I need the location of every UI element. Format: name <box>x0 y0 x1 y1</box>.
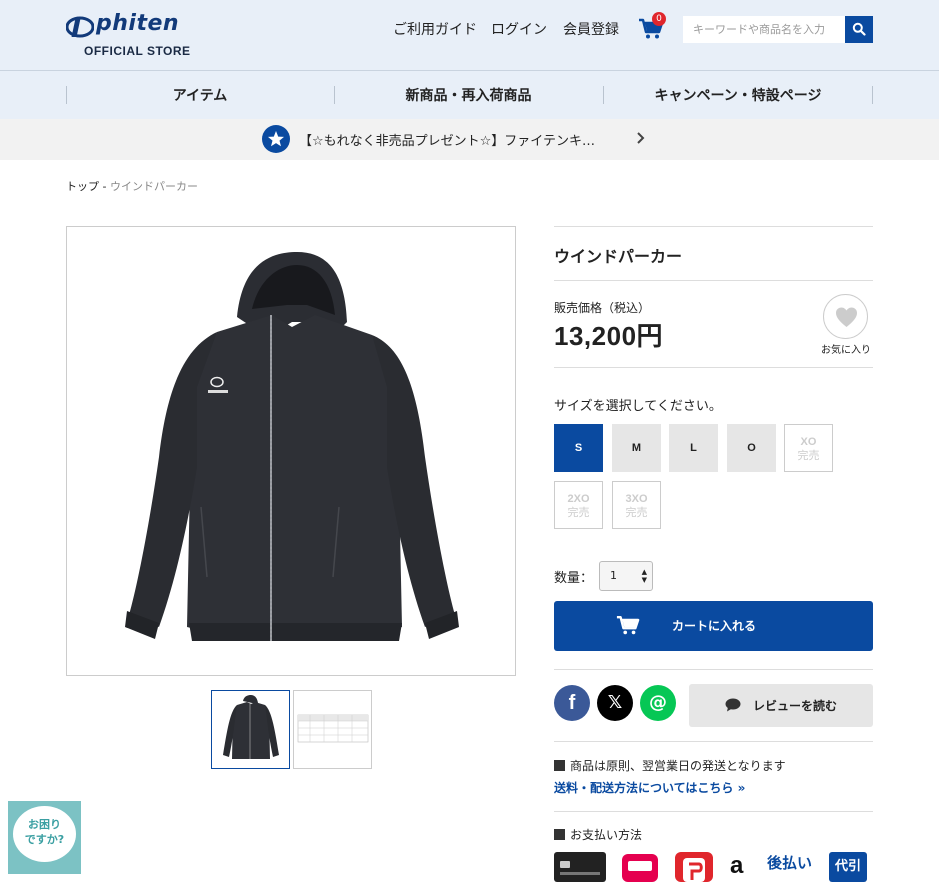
credit-card-icon <box>554 852 606 882</box>
divider <box>554 741 873 742</box>
favorite-label: お気に入り <box>821 345 871 356</box>
select-arrows-icon: ▲ ▼ <box>641 568 647 584</box>
category-nav: アイテム 新商品・再入荷商品 キャンペーン・特設ページ <box>0 71 939 119</box>
size-label: XO <box>800 436 817 448</box>
quantity-label: 数量： <box>554 571 594 586</box>
search-input[interactable] <box>683 16 845 43</box>
size-label: 2XO <box>567 493 590 505</box>
size-label: 3XO <box>625 493 648 505</box>
nav-guide-link[interactable]: ご利用ガイド <box>393 19 477 39</box>
shipping-note: 商品は原則、翌営業日の発送となります <box>554 757 786 774</box>
search-button[interactable] <box>845 16 873 43</box>
size-prompt: サイズを選択してください。 <box>554 399 722 414</box>
category-campaign[interactable]: キャンペーン・特設ページ <box>603 85 873 105</box>
nav-register-link[interactable]: 会員登録 <box>563 19 619 39</box>
logo[interactable]: phiten OFFICIAL STORE <box>66 11 206 62</box>
shipping-note-text: 商品は原則、翌営業日の発送となります <box>570 759 786 773</box>
help-text: お困り ですか? <box>13 817 76 847</box>
breadcrumb-home[interactable]: トップ <box>66 180 99 193</box>
product-price: 13,200円 <box>554 321 664 351</box>
read-reviews-button[interactable]: レビューを読む <box>689 684 873 727</box>
help-line-1: お困り <box>28 818 61 831</box>
d-barai-icon <box>622 852 658 882</box>
help-widget[interactable]: お困り ですか? <box>8 801 81 874</box>
x-share-icon[interactable]: 𝕏 <box>597 685 633 721</box>
soldout-label: 完売 <box>567 507 590 519</box>
phiten-logo-icon <box>66 16 94 38</box>
product-thumbnail[interactable] <box>211 690 290 769</box>
size-option-2xo: 2XO 完売 <box>554 481 603 529</box>
size-option-s[interactable]: S <box>554 424 603 472</box>
site-header: phiten OFFICIAL STORE ご利用ガイド ログイン 会員登録 0 <box>0 0 939 71</box>
size-option-l[interactable]: L <box>669 424 718 472</box>
facebook-share-icon[interactable]: f <box>554 685 590 721</box>
star-icon <box>262 125 290 153</box>
product-main-image[interactable] <box>66 226 516 676</box>
category-new-arrivals[interactable]: 新商品・再入荷商品 <box>334 85 603 105</box>
favorite-button[interactable] <box>823 294 868 339</box>
announcement-banner[interactable]: 【☆もれなく非売品プレゼント☆】ファイテンキ… <box>0 119 939 160</box>
speech-bubble-icon <box>725 698 741 712</box>
size-chart-thumbnail-image <box>297 714 369 743</box>
line-share-icon[interactable]: @ <box>640 685 676 721</box>
help-line-2: ですか? <box>24 833 65 846</box>
divider <box>554 669 873 670</box>
shipping-info-link[interactable]: 送料・配送方法についてはこちら » <box>554 779 745 796</box>
read-reviews-label: レビューを読む <box>753 699 838 713</box>
size-option-3xo: 3XO 完売 <box>612 481 661 529</box>
nav-login-link[interactable]: ログイン <box>491 19 547 39</box>
search-icon <box>852 22 866 36</box>
soldout-label: 完売 <box>625 507 648 519</box>
square-bullet-icon <box>554 829 565 840</box>
heart-icon <box>836 307 857 327</box>
nav-divider <box>872 86 873 104</box>
add-to-cart-label: カートに入れる <box>672 619 757 633</box>
size-option-xo: XO 完売 <box>784 424 833 472</box>
jacket-image <box>125 252 459 641</box>
product-title: ウインドパーカー <box>554 247 683 266</box>
quantity-value: 1 <box>610 569 617 582</box>
category-items[interactable]: アイテム <box>66 85 334 105</box>
quantity-select[interactable]: 1 ▲ ▼ <box>599 561 653 591</box>
jacket-thumbnail-image <box>223 695 279 759</box>
breadcrumb-current: ウインドパーカー <box>109 180 198 193</box>
divider <box>554 226 873 227</box>
amazon-pay-icon: a <box>730 852 744 879</box>
soldout-label: 完売 <box>797 450 820 462</box>
payment-methods-title: お支払い方法 <box>554 826 642 843</box>
size-option-m[interactable]: M <box>612 424 661 472</box>
price-label: 販売価格（税込） <box>554 301 651 315</box>
banner-text: 【☆もれなく非売品プレゼント☆】ファイテンキ… <box>299 134 596 149</box>
cart-icon <box>616 616 640 635</box>
chevron-right-icon[interactable] <box>634 131 648 145</box>
size-chart-thumbnail[interactable] <box>293 690 372 769</box>
breadcrumb: トップ - ウインドパーカー <box>66 178 198 194</box>
payment-title-text: お支払い方法 <box>570 828 643 842</box>
breadcrumb-separator: - <box>99 180 110 193</box>
paypay-icon <box>675 852 713 882</box>
divider <box>554 367 873 368</box>
divider <box>554 811 873 812</box>
add-to-cart-button[interactable]: カートに入れる <box>554 601 873 651</box>
cash-on-delivery-icon: 代引 <box>829 852 867 882</box>
divider <box>554 280 873 281</box>
logo-subtitle: OFFICIAL STORE <box>84 44 191 58</box>
size-option-o[interactable]: O <box>727 424 776 472</box>
logo-text: phiten <box>96 11 180 36</box>
atobarai-icon: 後払い <box>767 854 813 872</box>
cart-count-badge: 0 <box>652 12 666 26</box>
square-bullet-icon <box>554 760 565 771</box>
